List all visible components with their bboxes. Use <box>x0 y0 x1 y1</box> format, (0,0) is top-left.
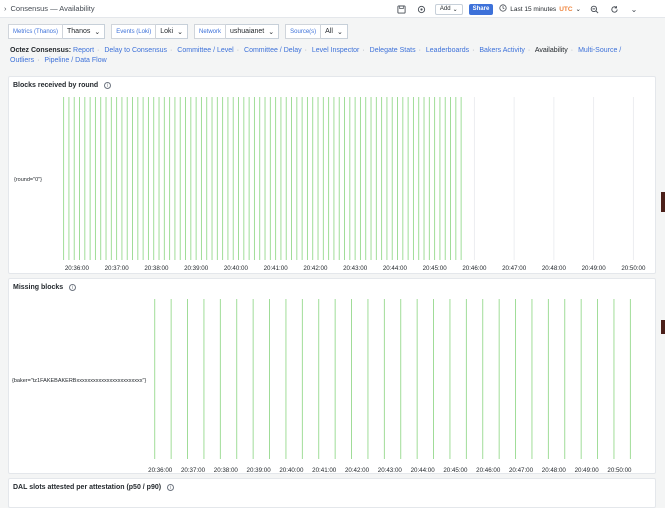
x-tick-label: 20:38:00 <box>144 265 169 272</box>
zoom-out-icon[interactable] <box>587 2 601 16</box>
x-tick-label: 20:42:00 <box>345 467 370 474</box>
panel-dal-slots: DAL slots attested per attestation (p50 … <box>8 478 656 508</box>
clock-icon <box>499 4 507 14</box>
variable-metrics[interactable]: Metrics (Thanos) Thanos ⌄ <box>8 24 106 39</box>
variable-value: ushuaianet <box>230 28 265 35</box>
x-tick-label: 20:50:00 <box>621 265 646 272</box>
link-delegate-stats[interactable]: Delegate Stats <box>370 47 416 54</box>
x-tick-label: 20:50:00 <box>607 467 632 474</box>
x-tick-label: 20:39:00 <box>247 467 272 474</box>
missing-blocks-chart[interactable]: 20:36:00 20:37:00 20:38:00 20:39:00 20:40:00… <box>9 279 657 475</box>
link-delay-to-consensus[interactable]: Delay to Consensus <box>104 47 167 54</box>
info-icon[interactable]: i <box>167 484 175 491</box>
chevron-right-icon[interactable]: › <box>4 4 7 13</box>
variable-value: All <box>325 28 333 35</box>
x-tick-label: 20:36:00 <box>65 265 90 272</box>
link-report[interactable]: Report <box>73 47 94 54</box>
dashboard-title[interactable]: Consensus — Availability <box>11 4 95 13</box>
variable-value: Thanos <box>67 28 91 35</box>
x-tick-label: 20:48:00 <box>542 467 567 474</box>
dashboard-variables: Metrics (Thanos) Thanos ⌄ Events (Loki) L… <box>8 24 348 39</box>
variable-label: Metrics (Thanos) <box>8 24 64 39</box>
dashboard-links: Octez Consensus: Report · Delay to Consen… <box>10 47 622 64</box>
x-tick-label: 20:44:00 <box>383 265 408 272</box>
variable-select[interactable]: Thanos ⌄ <box>63 24 106 39</box>
x-tick-label: 20:47:00 <box>502 265 527 272</box>
panel-title-text[interactable]: DAL slots attested per attestation (p50 … <box>13 484 161 491</box>
x-tick-label: 20:37:00 <box>105 265 130 272</box>
save-icon[interactable] <box>395 2 409 16</box>
variable-select[interactable]: All ⌄ <box>321 24 348 39</box>
add-button-label: Add <box>439 6 451 12</box>
refresh-icon[interactable] <box>607 2 621 16</box>
link-committee-level[interactable]: Committee / Level <box>177 47 233 54</box>
link-leaderboards[interactable]: Leaderboards <box>426 47 469 54</box>
x-tick-label: 20:46:00 <box>476 467 501 474</box>
variable-network[interactable]: Network ushuaianet ⌄ <box>193 24 280 39</box>
x-tick-label: 20:43:00 <box>343 265 368 272</box>
breadcrumb: › Consensus — Availability <box>4 4 95 13</box>
time-range-label: Last 15 minutes <box>510 5 557 13</box>
variable-label: Network <box>193 24 226 39</box>
link-committee-delay[interactable]: Committee / Delay <box>244 47 302 54</box>
top-nav-bar: › Consensus — Availability Add ⌄ Share L… <box>0 0 665 18</box>
chevron-down-icon: ⌄ <box>268 28 275 36</box>
scrollbar-thumb[interactable] <box>661 320 665 334</box>
add-button[interactable]: Add ⌄ <box>434 3 463 15</box>
blocks-received-chart[interactable]: 20:36:00 20:37:00 20:38:00 20:39:00 20:40:00… <box>9 77 657 275</box>
time-range-picker[interactable]: Last 15 minutes UTC ⌄ <box>499 4 581 14</box>
panel-blocks-received: Blocks received by round i {round="0"} 2… <box>8 76 656 274</box>
x-tick-label: 20:49:00 <box>575 467 600 474</box>
x-tick-label: 20:45:00 <box>423 265 448 272</box>
variable-sources[interactable]: Source(s) All ⌄ <box>285 24 348 39</box>
variable-events[interactable]: Events (Loki) Loki ⌄ <box>111 24 188 39</box>
chevron-down-icon: ⌄ <box>177 28 183 36</box>
share-button[interactable]: Share <box>468 3 494 15</box>
x-tick-label: 20:39:00 <box>184 265 209 272</box>
x-tick-label: 20:47:00 <box>509 467 534 474</box>
x-tick-label: 20:42:00 <box>303 265 328 272</box>
x-tick-label: 20:48:00 <box>542 265 567 272</box>
variable-select[interactable]: Loki ⌄ <box>156 24 188 39</box>
toolbar: Add ⌄ Share Last 15 minutes UTC ⌄ ⌄ <box>395 0 665 18</box>
chevron-down-icon: ⌄ <box>94 28 101 36</box>
x-tick-label: 20:49:00 <box>582 265 607 272</box>
panel-title: DAL slots attested per attestation (p50 … <box>13 484 175 491</box>
chevron-down-icon[interactable]: ⌄ <box>627 2 641 16</box>
chevron-down-icon: ⌄ <box>575 6 581 13</box>
gear-icon[interactable] <box>415 2 429 16</box>
link-bakers-activity[interactable]: Bakers Activity <box>479 47 525 54</box>
x-tick-label: 20:41:00 <box>264 265 289 272</box>
x-tick-label: 20:36:00 <box>148 467 173 474</box>
x-tick-label: 20:45:00 <box>443 467 468 474</box>
variable-select[interactable]: ushuaianet ⌄ <box>226 24 280 39</box>
x-tick-label: 20:38:00 <box>214 467 239 474</box>
x-tick-label: 20:46:00 <box>462 265 487 272</box>
timezone-label: UTC <box>559 5 573 13</box>
nav-lead: Octez Consensus: <box>10 47 72 54</box>
share-button-label: Share <box>472 6 490 12</box>
link-availability-current: Availability <box>534 47 568 54</box>
variable-label: Source(s) <box>285 24 322 39</box>
x-tick-label: 20:41:00 <box>312 467 337 474</box>
chevron-down-icon: ⌄ <box>452 6 458 13</box>
variable-label: Events (Loki) <box>111 24 157 39</box>
variable-value: Loki <box>160 28 174 35</box>
x-tick-label: 20:40:00 <box>224 265 249 272</box>
x-tick-label: 20:37:00 <box>181 467 206 474</box>
page-scrollbar[interactable] <box>660 0 665 500</box>
x-tick-label: 20:44:00 <box>411 467 436 474</box>
link-pipeline-data-flow[interactable]: Pipeline / Data Flow <box>44 57 106 64</box>
link-level-inspector[interactable]: Level Inspector <box>312 47 359 54</box>
x-tick-label: 20:43:00 <box>378 467 403 474</box>
chevron-down-icon: ⌄ <box>336 28 343 36</box>
x-tick-label: 20:40:00 <box>279 467 304 474</box>
scrollbar-thumb[interactable] <box>661 192 665 212</box>
panel-missing-blocks: Missing blocks i {baker="tz1FAKEBAKERBxx… <box>8 278 656 474</box>
